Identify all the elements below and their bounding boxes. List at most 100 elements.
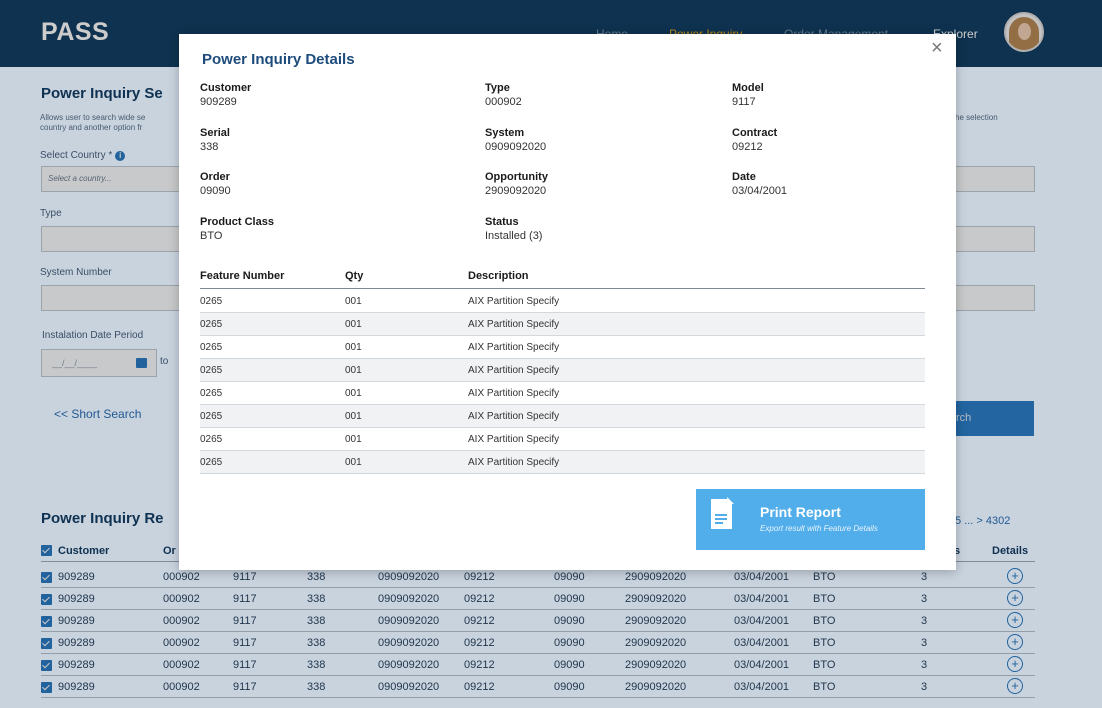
cell-serial: 338 bbox=[307, 593, 326, 605]
cell-system: 0909092020 bbox=[378, 637, 440, 649]
pagination[interactable]: 5 ... > 4302 bbox=[955, 515, 1010, 527]
table-row[interactable]: 909289 000902 9117 338 0909092020 09212 09090 2… bbox=[41, 632, 1035, 654]
table-row[interactable]: 909289 000902 9117 338 0909092020 09212 09090 2… bbox=[41, 610, 1035, 632]
cell-contract: 09212 bbox=[464, 659, 495, 671]
calendar-icon[interactable] bbox=[136, 358, 147, 368]
field-value-contract: 09212 bbox=[732, 141, 763, 153]
app-logo[interactable]: PASS bbox=[41, 18, 109, 47]
plus-circle-icon[interactable]: + bbox=[1007, 634, 1023, 650]
cell-order-no: 09090 bbox=[554, 637, 585, 649]
feature-row: 0265 001 AIX Partition Specify bbox=[200, 428, 925, 451]
cell-product-class: BTO bbox=[813, 659, 836, 671]
cell-model: 9117 bbox=[233, 637, 257, 649]
feature-description: AIX Partition Specify bbox=[468, 388, 560, 399]
right-field-3[interactable] bbox=[955, 285, 1035, 311]
plus-circle-icon[interactable]: + bbox=[1007, 678, 1023, 694]
cell-date: 03/04/2001 bbox=[734, 593, 790, 605]
row-checkbox[interactable] bbox=[41, 616, 52, 627]
feature-qty: 001 bbox=[345, 296, 362, 307]
print-report-button[interactable]: Print Report Export result with Feature … bbox=[696, 489, 925, 550]
field-label-status: Status bbox=[485, 216, 519, 228]
type-input[interactable] bbox=[41, 226, 181, 252]
cell-opportunity: 2909092020 bbox=[625, 571, 687, 583]
field-value-opportunity: 2909092020 bbox=[485, 185, 547, 197]
feature-qty: 001 bbox=[345, 342, 362, 353]
feature-column-number: Feature Number bbox=[200, 270, 285, 282]
feature-description: AIX Partition Specify bbox=[468, 434, 560, 445]
field-label-date: Date bbox=[732, 171, 756, 183]
cell-customer: 909289 bbox=[58, 593, 95, 605]
feature-description: AIX Partition Specify bbox=[468, 319, 560, 330]
feature-number: 0265 bbox=[200, 365, 223, 376]
plus-circle-icon[interactable]: + bbox=[1007, 656, 1023, 672]
plus-circle-icon[interactable]: + bbox=[1007, 590, 1023, 606]
field-label-order: Order bbox=[200, 171, 230, 183]
country-select[interactable]: Select a country... bbox=[41, 166, 181, 192]
field-label-contract: Contract bbox=[732, 127, 778, 139]
column-order[interactable]: Or bbox=[163, 545, 176, 557]
select-all-checkbox[interactable] bbox=[41, 545, 52, 556]
field-value-date: 03/04/2001 bbox=[732, 185, 788, 197]
feature-column-qty: Qty bbox=[345, 270, 364, 282]
system-number-input[interactable] bbox=[41, 285, 181, 311]
cell-model: 9117 bbox=[233, 615, 257, 627]
cell-order-no: 09090 bbox=[554, 615, 585, 627]
field-label-model: Model bbox=[732, 82, 764, 94]
cell-customer: 909289 bbox=[58, 637, 95, 649]
row-checkbox[interactable] bbox=[41, 594, 52, 605]
plus-circle-icon[interactable]: + bbox=[1007, 612, 1023, 628]
row-checkbox[interactable] bbox=[41, 682, 52, 693]
modal-title: Power Inquiry Details bbox=[202, 51, 355, 68]
feature-description: AIX Partition Specify bbox=[468, 296, 560, 307]
table-row[interactable]: 909289 000902 9117 338 0909092020 09212 09090 2… bbox=[41, 676, 1035, 698]
cell-contract: 09212 bbox=[464, 681, 495, 693]
row-checkbox[interactable] bbox=[41, 572, 52, 583]
field-label-product-class: Product Class bbox=[200, 216, 274, 228]
row-checkbox[interactable] bbox=[41, 638, 52, 649]
feature-qty: 001 bbox=[345, 388, 362, 399]
field-label-type: Type bbox=[485, 82, 510, 94]
table-row[interactable]: 909289 000902 9117 338 0909092020 09212 09090 2… bbox=[41, 654, 1035, 676]
right-field-1[interactable] bbox=[955, 166, 1035, 192]
feature-description: AIX Partition Specify bbox=[468, 342, 560, 353]
cell-product-class: BTO bbox=[813, 593, 836, 605]
short-search-link[interactable]: << Short Search bbox=[54, 407, 141, 421]
cell-model: 9117 bbox=[233, 659, 257, 671]
right-field-2[interactable] bbox=[955, 226, 1035, 252]
close-icon[interactable]: × bbox=[931, 37, 943, 60]
country-label: Select Country * i bbox=[40, 150, 126, 161]
feature-number: 0265 bbox=[200, 411, 223, 422]
cell-customer: 909289 bbox=[58, 681, 95, 693]
cell-order: 000902 bbox=[163, 637, 200, 649]
feature-qty: 001 bbox=[345, 319, 362, 330]
field-label-serial: Serial bbox=[200, 127, 230, 139]
field-label-opportunity: Opportunity bbox=[485, 171, 548, 183]
date-to-label: to bbox=[160, 356, 169, 367]
cell-model: 9117 bbox=[233, 681, 257, 693]
avatar[interactable] bbox=[1004, 12, 1044, 52]
type-label: Type bbox=[40, 208, 62, 219]
feature-description: AIX Partition Specify bbox=[468, 365, 560, 376]
field-value-serial: 338 bbox=[200, 141, 219, 153]
cell-order-no: 09090 bbox=[554, 681, 585, 693]
results-title: Power Inquiry Re bbox=[41, 510, 164, 527]
search-panel-description: Allows user to search wide se country an… bbox=[40, 113, 146, 132]
cell-serial: 338 bbox=[307, 571, 326, 583]
feature-description: AIX Partition Specify bbox=[468, 411, 560, 422]
feature-number: 0265 bbox=[200, 319, 223, 330]
field-label-customer: Customer bbox=[200, 82, 252, 94]
cell-order: 000902 bbox=[163, 615, 200, 627]
column-customer[interactable]: Customer bbox=[58, 545, 109, 557]
date-period-label: Instalation Date Period bbox=[42, 330, 144, 341]
table-row[interactable]: 909289 000902 9117 338 0909092020 09212 09090 2… bbox=[41, 588, 1035, 610]
search-panel-title: Power Inquiry Se bbox=[41, 85, 163, 102]
row-checkbox[interactable] bbox=[41, 660, 52, 671]
date-from-input[interactable]: __/__/____ bbox=[41, 349, 157, 377]
feature-row: 0265 001 AIX Partition Specify bbox=[200, 451, 925, 474]
cell-date: 03/04/2001 bbox=[734, 659, 790, 671]
column-details: Details bbox=[992, 545, 1029, 557]
plus-circle-icon[interactable]: + bbox=[1007, 568, 1023, 584]
cell-customer: 909289 bbox=[58, 571, 95, 583]
info-icon[interactable]: i bbox=[115, 151, 126, 161]
feature-qty: 001 bbox=[345, 457, 362, 468]
